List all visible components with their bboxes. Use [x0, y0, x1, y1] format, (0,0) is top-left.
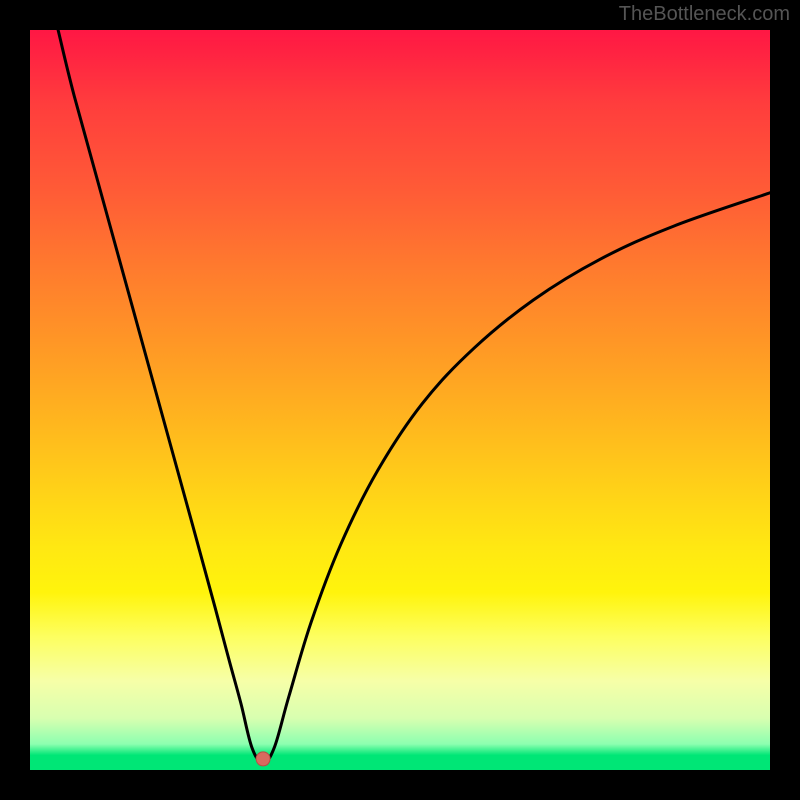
- chart-svg: [30, 30, 770, 770]
- chart-plot-area: [30, 30, 770, 770]
- watermark-text: TheBottleneck.com: [619, 3, 790, 26]
- optimal-marker: [256, 752, 270, 766]
- curve-path: [58, 30, 770, 763]
